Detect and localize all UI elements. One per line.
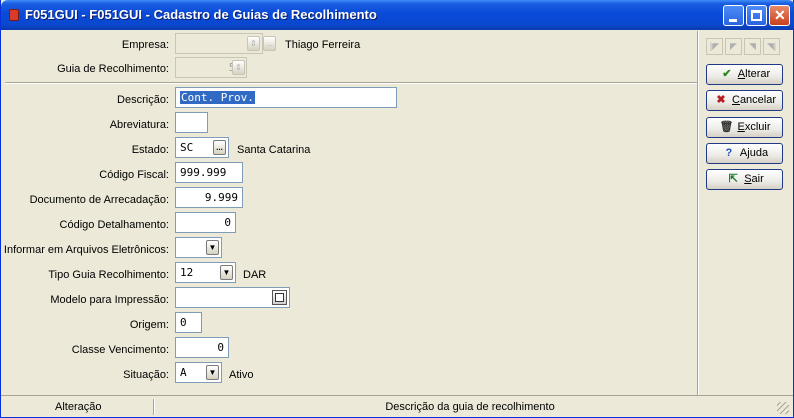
descricao-field[interactable]: Cont. Prov. bbox=[175, 87, 397, 108]
status-mode: Alteração bbox=[55, 401, 102, 413]
tipo-guia-name: DAR bbox=[243, 269, 267, 281]
window-title: F051GUI - F051GUI - Cadastro de Guias de… bbox=[25, 7, 377, 22]
estado-label: Estado: bbox=[131, 144, 169, 156]
help-icon: ? bbox=[725, 147, 733, 159]
main-window: F051GUI - F051GUI - Cadastro de Guias de… bbox=[0, 0, 794, 418]
situacao-label: Situação: bbox=[123, 369, 169, 381]
toolbar-separator bbox=[697, 31, 699, 395]
title-bar[interactable]: F051GUI - F051GUI - Cadastro de Guias de… bbox=[1, 0, 794, 30]
situacao-name: Ativo bbox=[229, 369, 254, 381]
status-hint: Descrição da guia de recolhimento bbox=[385, 401, 555, 413]
close-button[interactable]: ✕ bbox=[769, 5, 790, 26]
chevron-down-icon[interactable]: ▼ bbox=[206, 240, 219, 255]
codigo-detalhamento-label: Código Detalhamento: bbox=[59, 219, 169, 231]
codigo-detalhamento-field[interactable]: 0 bbox=[175, 212, 236, 233]
app-icon bbox=[9, 9, 19, 21]
guia-spin-icon[interactable]: ⇕ bbox=[232, 60, 245, 75]
classe-vencimento-label: Classe Vencimento: bbox=[71, 344, 169, 356]
maximize-button[interactable] bbox=[746, 5, 767, 26]
abreviatura-label: Abreviatura: bbox=[109, 119, 169, 131]
sair-button[interactable]: ⇱ Sair bbox=[706, 169, 783, 190]
previous-record-icon[interactable]: ◤ bbox=[725, 38, 742, 55]
chevron-down-icon[interactable]: ▼ bbox=[206, 365, 219, 380]
alterar-button[interactable]: ✔ Alterar bbox=[706, 64, 783, 85]
chevron-down-icon[interactable]: ▼ bbox=[220, 265, 233, 280]
guia-label: Guia de Recolhimento: bbox=[57, 63, 169, 75]
empresa-name: Thiago Ferreira bbox=[285, 39, 361, 51]
origem-label: Origem: bbox=[129, 319, 169, 331]
cancel-x-icon: ✖ bbox=[716, 94, 726, 106]
trash-icon: 🗑 bbox=[719, 121, 734, 133]
cancelar-button[interactable]: ✖ Cancelar bbox=[706, 90, 783, 111]
origem-field[interactable]: 0 bbox=[175, 312, 202, 333]
modelo-impressao-label: Modelo para Impressão: bbox=[50, 294, 169, 306]
abreviatura-field[interactable] bbox=[175, 112, 208, 133]
status-bar: Alteração Descrição da guia de recolhime… bbox=[1, 395, 793, 417]
doc-arrecadacao-field[interactable]: 9.999 bbox=[175, 187, 243, 208]
descricao-selected-text: Cont. Prov. bbox=[180, 91, 255, 104]
codigo-fiscal-field[interactable]: 999.999 bbox=[175, 162, 243, 183]
minimize-button[interactable] bbox=[723, 5, 744, 26]
next-record-icon[interactable]: ◥ bbox=[744, 38, 761, 55]
empresa-label: Empresa: bbox=[121, 39, 169, 51]
doc-arrecadacao-label: Documento de Arrecadação: bbox=[29, 194, 169, 206]
codigo-fiscal-label: Código Fiscal: bbox=[99, 169, 169, 181]
first-record-icon[interactable]: |◤ bbox=[706, 38, 723, 55]
exit-icon: ⇱ bbox=[728, 173, 738, 185]
classe-vencimento-field[interactable]: 0 bbox=[175, 337, 229, 358]
resize-grip-icon[interactable] bbox=[777, 402, 789, 414]
empresa-lookup-icon[interactable]: ... bbox=[263, 36, 276, 51]
last-record-icon[interactable]: ◥| bbox=[763, 38, 780, 55]
excluir-button[interactable]: 🗑 Excluir bbox=[706, 117, 783, 138]
estado-lookup-icon[interactable]: ... bbox=[213, 140, 226, 155]
estado-name: Santa Catarina bbox=[237, 144, 311, 156]
descricao-label: Descrição: bbox=[117, 94, 169, 106]
empresa-spin-icon[interactable]: ⇕ bbox=[247, 36, 260, 51]
check-icon: ✔ bbox=[722, 68, 732, 80]
header-separator bbox=[5, 82, 697, 84]
arquivos-eletronicos-label: Informar em Arquivos Eletrônicos: bbox=[3, 244, 169, 256]
file-browse-icon[interactable] bbox=[272, 290, 287, 305]
tipo-guia-label: Tipo Guia Recolhimento: bbox=[48, 269, 169, 281]
ajuda-button[interactable]: ? Ajuda bbox=[706, 143, 783, 164]
